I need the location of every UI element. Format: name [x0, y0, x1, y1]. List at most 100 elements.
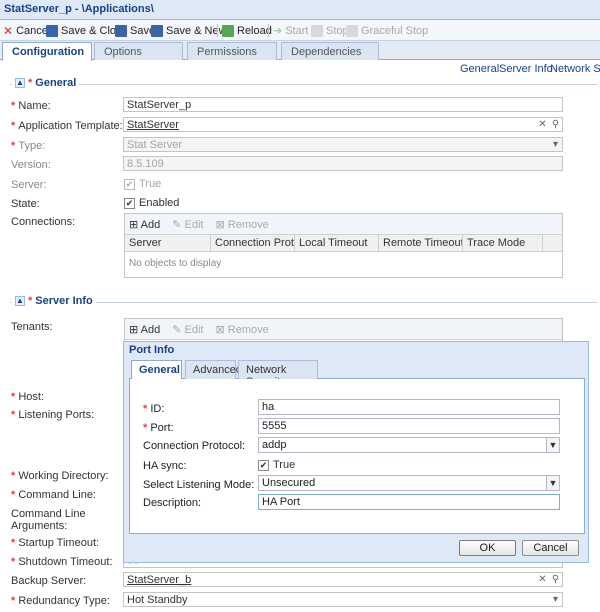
- connections-empty-message: No objects to display: [129, 258, 222, 269]
- listening-mode-value: Unsecured: [262, 477, 316, 489]
- dialog-tabs: General Advanced Network Security: [129, 358, 585, 388]
- application-template-label: Application Template:: [11, 120, 122, 132]
- reload-label: Reload: [237, 24, 272, 37]
- graceful-stop-button[interactable]: Graceful Stop: [346, 23, 428, 38]
- graceful-stop-label: Graceful Stop: [361, 24, 429, 37]
- window-title: StatServer_p - \Applications\: [4, 3, 154, 15]
- server-info-section-header[interactable]: ▲ * Server Info: [12, 295, 96, 307]
- dialog-body: ID: ha Port: 5555 Connection Protocol: a…: [129, 379, 585, 534]
- chevron-down-icon[interactable]: ▾: [549, 593, 562, 606]
- connection-protocol-label: Connection Protocol:: [143, 440, 246, 452]
- backup-server-field[interactable]: StatServer_b: [123, 572, 563, 587]
- chevron-down-icon: ▾: [552, 139, 559, 150]
- host-label: Host:: [11, 391, 44, 403]
- collapse-icon[interactable]: ▲: [15, 296, 25, 306]
- type-field: Stat Server: [123, 137, 563, 152]
- name-field[interactable]: StatServer_p: [123, 97, 563, 112]
- add-tenant-button[interactable]: ⊞ Add: [129, 323, 160, 336]
- listening-mode-select[interactable]: Unsecured ▼: [258, 475, 560, 491]
- tenants-grid-toolbar: ⊞ Add ✎ Edit ⊠ Remove: [125, 319, 562, 340]
- link-server-info[interactable]: Server Info: [499, 63, 553, 75]
- search-icon[interactable]: ⚲: [549, 118, 562, 131]
- general-section: ▲ * General: [10, 77, 598, 89]
- state-checkbox[interactable]: ✔ Enabled: [124, 197, 179, 209]
- main-tabs: Configuration Options Permissions Depend…: [0, 41, 600, 61]
- graceful-stop-icon: [346, 24, 358, 37]
- start-label: Start: [285, 24, 309, 37]
- listening-mode-label: Select Listening Mode:: [143, 479, 255, 491]
- cancel-button[interactable]: ✕ Cancel: [3, 23, 50, 38]
- ha-sync-checkbox-label: True: [273, 459, 296, 471]
- port-field[interactable]: 5555: [258, 418, 560, 434]
- tab-dependencies[interactable]: Dependencies: [281, 42, 379, 60]
- toolbar-separator: [268, 24, 269, 37]
- column-connection-protocol[interactable]: Connection Proto...: [211, 235, 295, 251]
- chevron-down-icon[interactable]: ▼: [546, 475, 560, 491]
- start-button[interactable]: ➔ Start: [273, 23, 308, 38]
- collapse-icon[interactable]: ▲: [15, 78, 25, 88]
- startup-timeout-label: Startup Timeout:: [11, 537, 99, 549]
- server-checkbox: ✔ True: [124, 178, 161, 190]
- save-new-button[interactable]: Save & New: [151, 23, 227, 38]
- cancel-dialog-button[interactable]: Cancel: [522, 540, 579, 556]
- command-line-label: Command Line:: [11, 489, 96, 501]
- connections-grid-header: Server Connection Proto... Local Timeout…: [125, 235, 562, 252]
- column-trace-mode[interactable]: Trace Mode: [463, 235, 543, 251]
- tab-configuration[interactable]: Configuration: [2, 42, 92, 61]
- reload-button[interactable]: Reload: [222, 23, 272, 38]
- search-icon[interactable]: ⚲: [549, 573, 562, 586]
- id-field[interactable]: ha: [258, 399, 560, 415]
- remove-connection-button[interactable]: ⊠ Remove: [216, 218, 269, 231]
- server-label: Server:: [11, 179, 47, 191]
- id-label: ID:: [143, 403, 164, 415]
- connection-protocol-value: addp: [262, 439, 287, 451]
- general-section-header[interactable]: ▲ * General: [12, 77, 80, 89]
- version-label: Version:: [11, 159, 51, 171]
- dialog-tab-general[interactable]: General: [131, 360, 182, 380]
- column-remote-timeout[interactable]: Remote Timeout: [379, 235, 463, 251]
- state-label: State:: [11, 198, 40, 210]
- stop-icon: [311, 24, 323, 37]
- ha-sync-checkbox[interactable]: ✔ True: [258, 459, 295, 471]
- clear-icon[interactable]: ✕: [536, 573, 549, 586]
- connections-grid-toolbar: ⊞ Add ✎ Edit ⊠ Remove: [125, 214, 562, 235]
- ok-button[interactable]: OK: [459, 540, 516, 556]
- checkbox-icon: ✔: [258, 459, 269, 471]
- stop-button[interactable]: Stop: [311, 23, 349, 38]
- link-network-security[interactable]: Network Secu: [550, 63, 600, 75]
- description-field[interactable]: HA Port: [258, 494, 560, 510]
- remove-tenant-button[interactable]: ⊠ Remove: [216, 323, 269, 336]
- listening-ports-label: Listening Ports:: [11, 409, 94, 421]
- save-new-icon: [151, 24, 163, 37]
- start-icon: ➔: [273, 25, 283, 37]
- redundancy-type-label: Redundancy Type:: [11, 595, 110, 607]
- edit-connection-button[interactable]: ✎ Edit: [172, 218, 203, 231]
- application-template-field[interactable]: StatServer: [123, 117, 563, 132]
- column-server[interactable]: Server: [125, 235, 211, 251]
- connections-grid: ⊞ Add ✎ Edit ⊠ Remove Server Connection …: [124, 213, 563, 278]
- type-label: Type:: [11, 140, 45, 152]
- server-checkbox-label: True: [139, 178, 162, 190]
- working-directory-label: Working Directory:: [11, 470, 108, 482]
- toolbar-separator: [217, 24, 218, 37]
- main-toolbar: ✕ Cancel Save & Close Save Save & New Re…: [0, 20, 600, 41]
- chevron-down-icon[interactable]: ▼: [546, 437, 560, 453]
- dialog-tab-network-security[interactable]: Network Security: [238, 360, 318, 388]
- save-close-icon: [46, 24, 58, 37]
- port-info-dialog: Port Info General Advanced Network Secur…: [123, 341, 589, 563]
- version-field: 8.5.109: [123, 156, 563, 171]
- add-connection-button[interactable]: ⊞ Add: [129, 218, 160, 231]
- clear-icon[interactable]: ✕: [536, 118, 549, 131]
- link-general[interactable]: General: [460, 63, 499, 75]
- window-titlebar: StatServer_p - \Applications\: [0, 0, 600, 20]
- tab-permissions[interactable]: Permissions: [187, 42, 277, 60]
- save-button[interactable]: Save: [115, 23, 155, 38]
- dialog-tab-advanced[interactable]: Advanced: [185, 360, 242, 379]
- edit-tenant-button[interactable]: ✎ Edit: [172, 323, 203, 336]
- redundancy-type-field[interactable]: Hot Standby: [123, 592, 563, 607]
- port-label: Port:: [143, 422, 173, 434]
- tab-options[interactable]: Options: [94, 42, 183, 60]
- backup-server-label: Backup Server:: [11, 575, 87, 587]
- column-local-timeout[interactable]: Local Timeout: [295, 235, 379, 251]
- connection-protocol-select[interactable]: addp ▼: [258, 437, 560, 453]
